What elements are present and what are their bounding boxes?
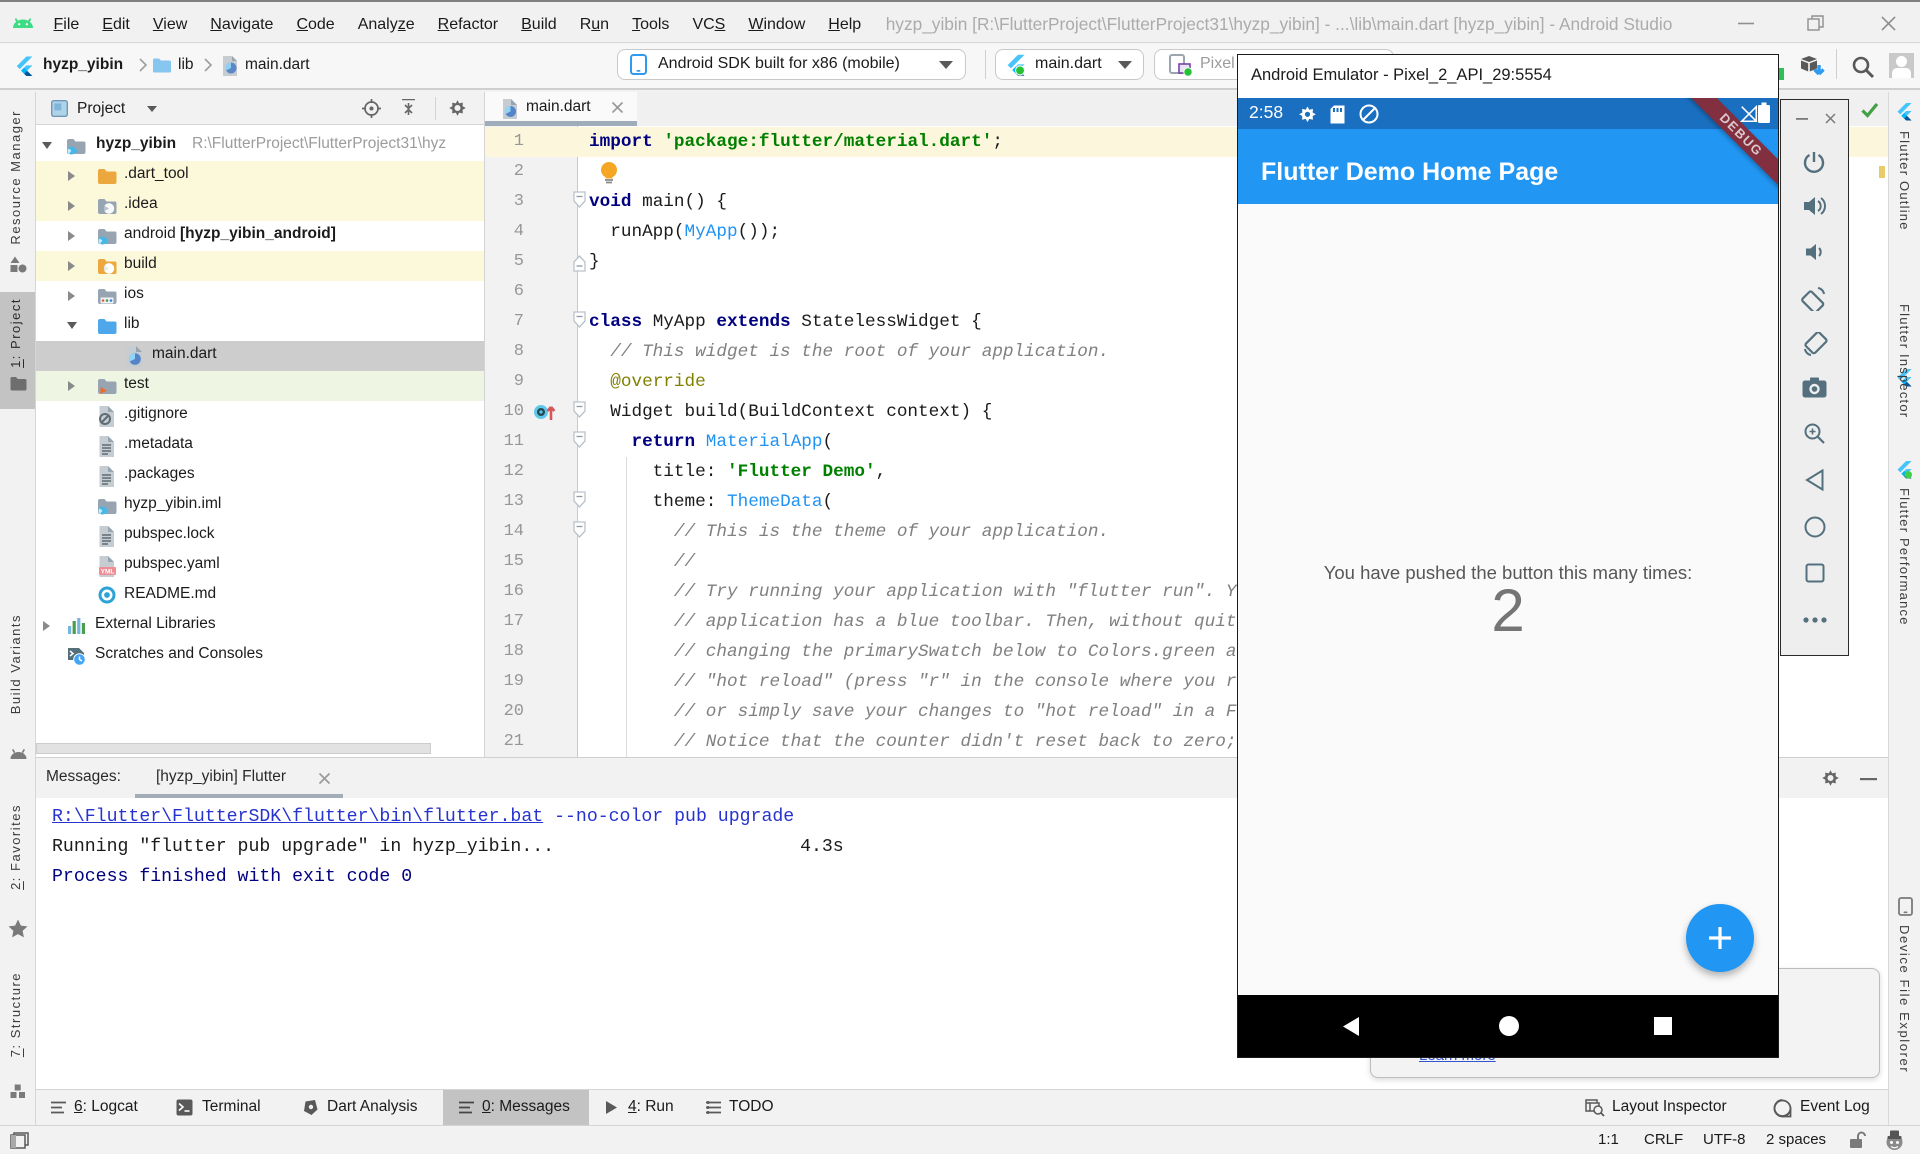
svg-text:YML: YML (101, 569, 115, 576)
